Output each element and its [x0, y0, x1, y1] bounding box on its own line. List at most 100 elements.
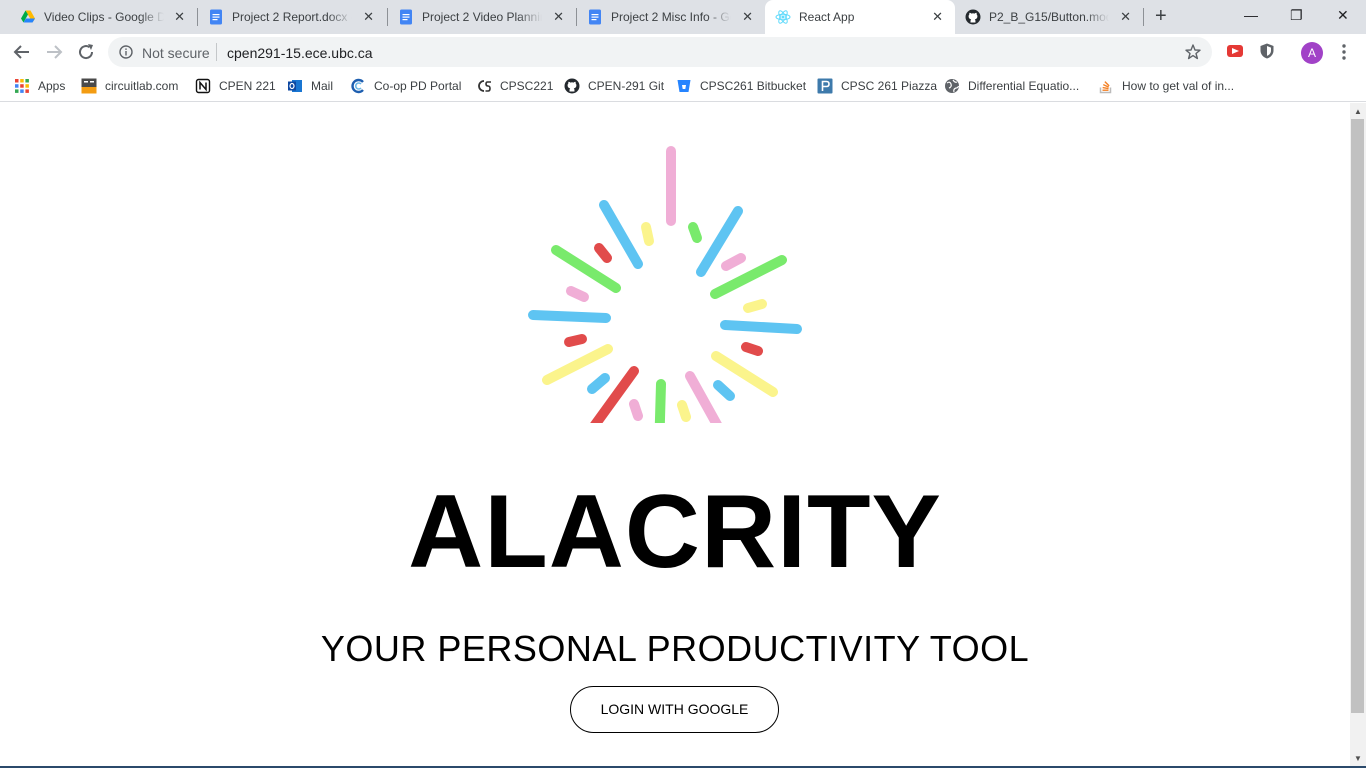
tab-title: React App — [799, 10, 855, 24]
shield-extension-icon[interactable] — [1258, 42, 1276, 60]
circuitlab-icon — [81, 78, 97, 94]
bookmark-cpen-221[interactable]: CPEN 221 — [195, 76, 276, 96]
tab-title: Project 2 Misc Info - Google Docs — [611, 10, 731, 24]
security-status: Not secure — [142, 45, 210, 61]
logo-ray — [594, 243, 612, 263]
bookmark-label: Apps — [38, 79, 66, 93]
bookmark-differential-equations[interactable]: Differential Equatio... — [944, 76, 1079, 96]
more-menu-icon[interactable] — [1338, 42, 1350, 62]
cs-icon — [478, 80, 491, 92]
info-icon[interactable] — [119, 45, 133, 59]
login-with-google-button[interactable]: LOGIN WITH GOOGLE — [570, 686, 779, 733]
notion-icon — [195, 78, 211, 94]
bookmark-label: circuitlab.com — [105, 79, 179, 93]
apps-grid-icon — [15, 79, 29, 93]
window-close-button[interactable]: ✕ — [1337, 6, 1349, 24]
stackoverflow-icon — [1099, 81, 1112, 94]
bookmark-cpen-291-git[interactable]: CPEN-291 Git — [564, 76, 664, 96]
logo-ray — [528, 310, 611, 323]
bookmark-mail[interactable]: Mail — [287, 76, 333, 96]
tab-close-icon[interactable]: ✕ — [742, 9, 753, 25]
bookmark-label: CPSC261 Bitbucket — [700, 79, 807, 93]
logo-ray — [564, 334, 587, 347]
page-content: ALACRITY YOUR PERSONAL PRODUCTIVITY TOOL… — [0, 103, 1350, 768]
logo-ray — [654, 379, 666, 423]
tab-close-icon[interactable]: ✕ — [363, 9, 374, 25]
bookmark-cpsc261-bitbucket[interactable]: CPSC261 Bitbucket — [676, 76, 806, 96]
address-separator — [216, 43, 217, 61]
tab-project-2-video-planning[interactable]: Project 2 Video Planning ✕ — [388, 0, 576, 34]
logo-ray — [566, 286, 589, 302]
bookmark-cpsc221[interactable]: CPSC221 — [476, 76, 553, 96]
logo-ray — [713, 380, 735, 401]
logo-ray — [720, 320, 802, 334]
tab-close-icon[interactable]: ✕ — [174, 9, 185, 25]
logo-ray — [629, 399, 643, 421]
url-text[interactable]: cpen291-15.ece.ubc.ca — [227, 45, 373, 61]
bitbucket-icon — [677, 80, 691, 92]
logo-ray — [741, 342, 763, 356]
logo-ray — [641, 222, 654, 246]
globe-icon — [945, 79, 960, 93]
tab-title: Project 2 Video Planning — [422, 10, 542, 24]
address-bar[interactable]: Not secure cpen291-15.ece.ubc.ca — [108, 37, 1212, 67]
bookmark-label: Differential Equatio... — [968, 79, 1080, 93]
bookmark-how-to-get-val[interactable]: How to get val of in... — [1098, 76, 1234, 96]
alacrity-logo — [528, 146, 802, 423]
logo-ray — [688, 222, 702, 243]
bookmark-co-op-pd-portal[interactable]: Co-op PD Portal — [350, 76, 461, 96]
google-drive-icon — [21, 10, 35, 23]
google-docs-icon — [589, 9, 601, 25]
tab-strip: Video Clips - Google Drive ✕ Project 2 R… — [0, 0, 1366, 34]
logo-ray — [587, 373, 610, 394]
youtube-extension-icon[interactable] — [1226, 42, 1244, 60]
outlook-icon — [288, 80, 302, 92]
reload-icon[interactable] — [75, 41, 97, 63]
bookmark-label: CPSC 261 Piazza — [841, 79, 938, 93]
bookmark-label: CPEN-291 Git — [588, 79, 665, 93]
github-icon — [965, 9, 981, 25]
restore-button[interactable]: ❐ — [1290, 6, 1303, 24]
tab-close-icon[interactable]: ✕ — [932, 9, 943, 25]
browser-toolbar: Not secure cpen291-15.ece.ubc.ca A — [0, 34, 1366, 70]
bookmark-label: CPSC221 — [500, 79, 554, 93]
google-docs-icon — [400, 9, 412, 25]
logo-ray — [677, 400, 691, 422]
logo-ray — [542, 344, 613, 385]
tagline: YOUR PERSONAL PRODUCTIVITY TOOL — [320, 628, 1030, 669]
scroll-up-icon[interactable]: ▲ — [1354, 107, 1362, 117]
new-tab-button[interactable]: + — [1155, 6, 1167, 26]
github-icon — [564, 78, 580, 94]
tab-project-2-report[interactable]: Project 2 Report.docx - Google Docs ✕ — [198, 0, 386, 34]
bookmark-label: Mail — [311, 79, 334, 93]
co-op-portal-icon — [351, 78, 364, 94]
minimize-button[interactable]: — — [1244, 6, 1258, 24]
logo-ray — [721, 253, 746, 271]
tab-close-icon[interactable]: ✕ — [1120, 9, 1131, 25]
piazza-icon — [817, 78, 833, 94]
google-docs-icon — [210, 9, 222, 25]
page-scrollbar[interactable]: ▲ ▼ — [1350, 103, 1366, 768]
bookmark-star-icon[interactable] — [1184, 43, 1202, 61]
bookmark-circuitlab[interactable]: circuitlab.com — [81, 76, 178, 96]
brand-title: ALACRITY — [408, 474, 942, 590]
tab-video-clips[interactable]: Video Clips - Google Drive ✕ — [0, 0, 197, 34]
bookmarks-bar: Apps circuitlab.com CPEN 221 Mail Co-op … — [0, 70, 1366, 102]
profile-avatar[interactable]: A — [1301, 42, 1323, 64]
logo-ray — [743, 299, 767, 313]
tab-title: Project 2 Report.docx - Google Docs — [232, 10, 352, 24]
forward-arrow-icon[interactable] — [43, 41, 65, 63]
bookmark-cpsc-261-piazza[interactable]: CPSC 261 Piazza — [817, 76, 937, 96]
bookmark-apps[interactable]: Apps — [14, 76, 65, 96]
tab-project-2-misc-info[interactable]: Project 2 Misc Info - Google Docs ✕ — [577, 0, 765, 34]
tab-github-button-module[interactable]: P2_B_G15/Button.module ✕ — [955, 0, 1143, 34]
scroll-down-icon[interactable]: ▼ — [1354, 754, 1362, 764]
scroll-thumb[interactable] — [1351, 119, 1364, 713]
bookmark-label: How to get val of in... — [1122, 79, 1235, 93]
back-arrow-icon[interactable] — [11, 41, 33, 63]
react-icon — [775, 10, 791, 24]
tab-separator — [1143, 8, 1144, 26]
tab-title: Video Clips - Google Drive — [44, 10, 164, 24]
tab-close-icon[interactable]: ✕ — [553, 9, 564, 25]
tab-react-app[interactable]: React App ✕ — [765, 0, 955, 34]
